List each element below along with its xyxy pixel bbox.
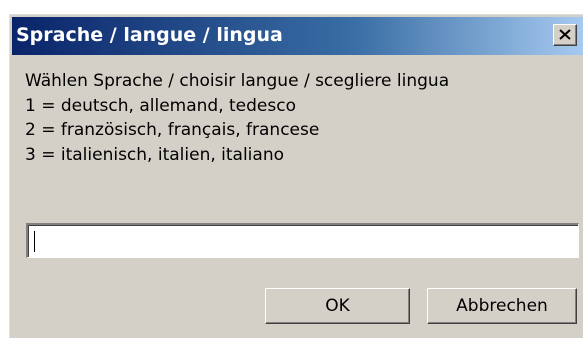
title-bar[interactable]: Sprache / langue / lingua [12, 17, 583, 55]
prompt-message: Wählen Sprache / choisir langue / scegli… [25, 69, 449, 167]
dialog-title: Sprache / langue / lingua [16, 24, 283, 46]
close-button[interactable] [553, 24, 577, 46]
prompt-line: Wählen Sprache / choisir langue / scegli… [25, 71, 450, 91]
ok-button[interactable]: OK [265, 288, 410, 324]
prompt-line: 2 = französisch, français, francese [25, 120, 320, 140]
language-input[interactable] [26, 223, 579, 258]
prompt-line: 1 = deutsch, allemand, tedesco [25, 95, 296, 116]
prompt-line: 3 = italienisch, italien, italiano [25, 144, 285, 165]
cancel-button[interactable]: Abbrechen [427, 288, 577, 324]
input-dialog: Sprache / langue / lingua Wählen Sprache… [9, 14, 583, 338]
close-icon [559, 29, 571, 40]
text-caret [34, 231, 35, 252]
